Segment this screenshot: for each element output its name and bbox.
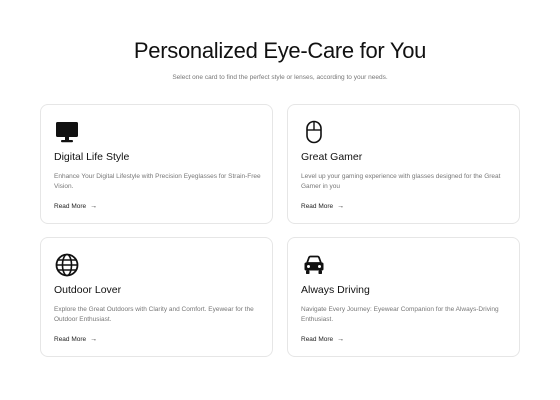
arrow-right-icon: → — [90, 203, 98, 210]
page-subtitle: Select one card to find the perfect styl… — [172, 74, 388, 81]
card-always-driving[interactable]: Always Driving Navigate Every Journey: E… — [287, 237, 520, 357]
card-digital-life-style[interactable]: Digital Life Style Enhance Your Digital … — [40, 104, 273, 224]
card-great-gamer[interactable]: Great Gamer Level up your gaming experie… — [287, 104, 520, 224]
read-more-label: Read More — [54, 336, 87, 343]
globe-icon — [54, 252, 80, 278]
card-outdoor-lover[interactable]: Outdoor Lover Explore the Great Outdoors… — [40, 237, 273, 357]
card-title: Great Gamer — [301, 151, 363, 163]
read-more-link[interactable]: Read More → — [301, 203, 344, 210]
arrow-right-icon: → — [90, 336, 98, 343]
read-more-label: Read More — [301, 336, 334, 343]
read-more-link[interactable]: Read More → — [301, 336, 344, 343]
read-more-link[interactable]: Read More → — [54, 336, 97, 343]
card-description: Enhance Your Digital Lifestyle with Prec… — [54, 173, 261, 190]
read-more-label: Read More — [54, 203, 87, 210]
card-description: Navigate Every Journey: Eyewear Companio… — [301, 306, 499, 323]
car-icon — [301, 252, 327, 278]
read-more-label: Read More — [301, 203, 334, 210]
monitor-icon — [54, 119, 80, 145]
card-description: Level up your gaming experience with gla… — [301, 173, 501, 190]
arrow-right-icon: → — [337, 336, 345, 343]
card-title: Outdoor Lover — [54, 284, 122, 296]
card-title: Always Driving — [301, 284, 370, 296]
page-title: Personalized Eye-Care for You — [133, 38, 427, 63]
read-more-link[interactable]: Read More → — [54, 203, 97, 210]
mouse-icon — [301, 119, 327, 145]
card-title: Digital Life Style — [54, 151, 130, 163]
card-description: Explore the Great Outdoors with Clarity … — [54, 306, 254, 323]
arrow-right-icon: → — [337, 203, 345, 210]
